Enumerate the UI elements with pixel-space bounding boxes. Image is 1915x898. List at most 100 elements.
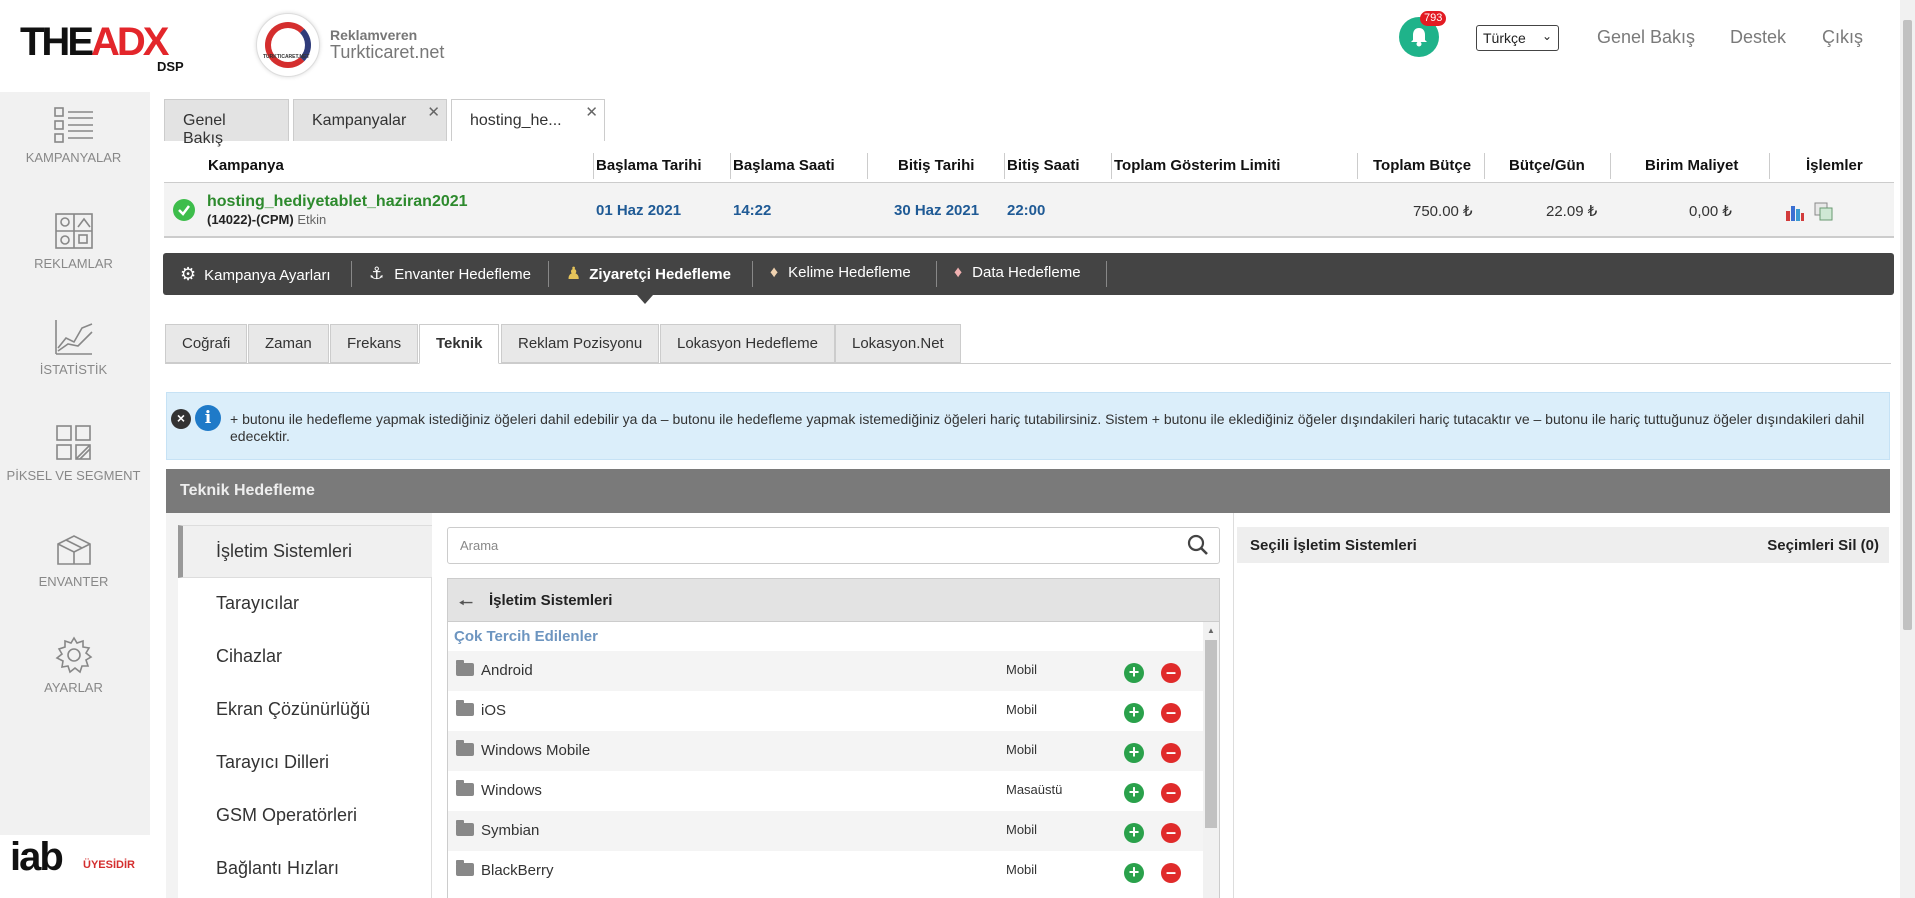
tab-technical[interactable]: Teknik xyxy=(419,324,500,364)
include-plus-icon[interactable]: + xyxy=(1124,743,1144,763)
tab-hosting-campaign[interactable]: hosting_he... ✕ xyxy=(451,99,605,141)
tab-overview[interactable]: Genel Bakış xyxy=(164,99,289,147)
sidebar-item-campaigns[interactable]: KAMPANYALAR xyxy=(0,106,147,165)
exclude-minus-icon[interactable]: – xyxy=(1161,783,1181,803)
unit-cost-value: 0,00 ₺ xyxy=(1689,203,1732,220)
tab-location-targeting[interactable]: Lokasyon Hedefleme xyxy=(660,324,835,363)
col-impression-limit: Toplam Gösterim Limiti xyxy=(1114,157,1281,174)
sidebar-item-ads[interactable]: REKLAMLAR xyxy=(0,212,147,271)
nav-data-targeting[interactable]: ♦ Data Hedefleme xyxy=(954,253,1081,295)
exclude-minus-icon[interactable]: – xyxy=(1161,823,1181,843)
os-type: Mobil xyxy=(1006,742,1038,757)
gear-icon xyxy=(55,636,92,674)
campaign-meta: (14022)-(CPM) Etkin xyxy=(207,212,326,227)
copy-icon[interactable] xyxy=(1814,202,1834,222)
list-scrollbar[interactable]: ▲ xyxy=(1203,622,1219,898)
clear-selections-button[interactable]: Seçimleri Sil (0) xyxy=(1767,537,1879,554)
info-icon: i xyxy=(195,405,221,431)
category-connection-speeds[interactable]: Bağlantı Hızları xyxy=(178,843,432,896)
include-plus-icon[interactable]: + xyxy=(1124,823,1144,843)
total-budget-value: 750.00 ₺ xyxy=(1413,203,1473,220)
search-icon[interactable] xyxy=(1187,534,1209,556)
info-message: × i + butonu ile hedefleme yapmak istedi… xyxy=(166,392,1890,460)
info-message-text: + butonu ile hedefleme yapmak istediğini… xyxy=(230,411,1865,444)
exclude-minus-icon[interactable]: – xyxy=(1161,663,1181,683)
section-title: Teknik Hedefleme xyxy=(166,469,1890,513)
category-gsm-operators[interactable]: GSM Operatörleri xyxy=(178,790,432,843)
sidebar-item-statistics[interactable]: İSTATİSTİK xyxy=(0,318,147,377)
os-type: Mobil xyxy=(1006,662,1038,677)
exclude-minus-icon[interactable]: – xyxy=(1161,703,1181,723)
include-plus-icon[interactable]: + xyxy=(1124,783,1144,803)
advertiser-label: Reklamveren xyxy=(330,27,418,43)
search-input[interactable]: Arama xyxy=(447,527,1220,564)
close-icon[interactable]: × xyxy=(171,409,191,429)
scroll-up-arrow-icon[interactable]: ▲ xyxy=(1207,626,1215,635)
close-icon[interactable]: ✕ xyxy=(585,103,598,121)
close-icon[interactable]: ✕ xyxy=(427,103,440,121)
os-name: Android xyxy=(481,662,533,679)
tab-label: Frekans xyxy=(347,335,402,352)
nav-inventory-targeting[interactable]: ⚓ Envanter Hedefleme xyxy=(369,253,531,295)
stats-chart-icon[interactable] xyxy=(1785,203,1805,221)
tab-label: Coğrafi xyxy=(182,335,231,352)
tab-label: Genel Bakış xyxy=(183,112,226,147)
tab-geographic[interactable]: Coğrafi xyxy=(165,324,248,363)
top-header: THEADX DSP TURKTICARET.NET Reklamveren T… xyxy=(0,0,1900,92)
daily-budget-value: 22.09 ₺ xyxy=(1546,203,1598,220)
exclude-minus-icon[interactable]: – xyxy=(1161,743,1181,763)
category-operating-systems[interactable]: İşletim Sistemleri xyxy=(178,525,432,578)
tab-campaigns[interactable]: Kampanyalar ✕ xyxy=(293,99,447,141)
campaign-name-link[interactable]: hosting_hediyetablet_haziran2021 xyxy=(207,193,468,211)
nav-visitor-targeting[interactable]: ♟ Ziyaretçi Hedefleme xyxy=(566,253,731,295)
tab-label: Zaman xyxy=(265,335,312,352)
include-plus-icon[interactable]: + xyxy=(1124,863,1144,883)
folder-icon xyxy=(456,700,474,716)
exclude-minus-icon[interactable]: – xyxy=(1161,863,1181,883)
category-browser-languages[interactable]: Tarayıcı Dilleri xyxy=(178,737,432,790)
category-devices[interactable]: Cihazlar xyxy=(178,631,432,684)
campaign-id-type: (14022)-(CPM) xyxy=(207,212,294,227)
sidebar-item-pixel-segment[interactable]: PİKSEL VE SEGMENT xyxy=(0,424,147,483)
tab-label: Lokasyon Hedefleme xyxy=(677,335,818,352)
include-plus-icon[interactable]: + xyxy=(1124,663,1144,683)
tab-label: hosting_he... xyxy=(470,112,562,129)
advertiser-name: Turkticaret.net xyxy=(330,42,445,62)
page-scrollbar-thumb[interactable] xyxy=(1903,20,1912,630)
theadx-logo[interactable]: THEADX xyxy=(20,22,169,62)
end-date-value: 30 Haz 2021 xyxy=(894,202,980,219)
back-arrow-icon[interactable]: 🠐 xyxy=(459,592,473,619)
sidebar-item-inventory[interactable]: ENVANTER xyxy=(0,530,147,589)
overview-link[interactable]: Genel Bakış xyxy=(1597,27,1695,48)
tab-location-net[interactable]: Lokasyon.Net xyxy=(835,324,961,363)
page-scrollbar[interactable] xyxy=(1900,0,1915,898)
os-list-title: İşletim Sistemleri xyxy=(489,592,613,609)
nav-campaign-settings[interactable]: ⚙ Kampanya Ayarları xyxy=(180,253,331,295)
os-type: Mobil xyxy=(1006,702,1038,717)
list-item: Android Mobil + – xyxy=(448,651,1203,691)
category-screen-resolution[interactable]: Ekran Çözünürlüğü xyxy=(178,684,432,737)
folder-icon xyxy=(456,740,474,756)
language-select-value: Türkçe xyxy=(1483,30,1526,46)
support-link[interactable]: Destek xyxy=(1730,27,1786,48)
folder-icon xyxy=(456,820,474,836)
selected-os-title: Seçili İşletim Sistemleri xyxy=(1250,537,1417,554)
list-scrollbar-thumb[interactable] xyxy=(1205,640,1217,828)
tab-frequency[interactable]: Frekans xyxy=(330,324,419,363)
targeting-sub-tabs: Coğrafi Zaman Frekans Teknik Reklam Pozi… xyxy=(165,324,1891,364)
language-select[interactable]: Türkçe ⌄ xyxy=(1476,25,1559,51)
include-plus-icon[interactable]: + xyxy=(1124,703,1144,723)
tab-label: Teknik xyxy=(436,335,483,352)
tab-ad-position[interactable]: Reklam Pozisyonu xyxy=(501,324,660,363)
folder-icon xyxy=(456,860,474,876)
notification-count-badge: 793 xyxy=(1420,11,1447,26)
iab-member-label: ÜYESİDİR xyxy=(83,859,135,871)
nav-keyword-targeting[interactable]: ♦ Kelime Hedefleme xyxy=(770,253,911,295)
category-browsers[interactable]: Tarayıcılar xyxy=(178,578,432,631)
logout-link[interactable]: Çıkış xyxy=(1822,27,1863,48)
ads-icon xyxy=(54,213,93,249)
tab-time[interactable]: Zaman xyxy=(248,324,329,363)
sidebar-item-settings[interactable]: AYARLAR xyxy=(0,636,147,695)
start-time-value: 14:22 xyxy=(733,202,772,219)
os-type: Mobil xyxy=(1006,862,1038,877)
